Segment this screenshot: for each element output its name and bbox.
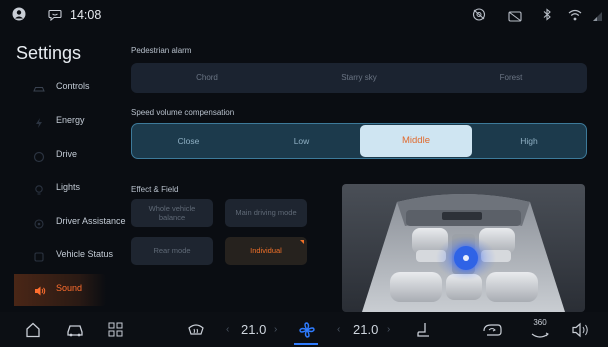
speed-option-high[interactable]: High xyxy=(472,124,586,158)
temp-left-value: 21.0 xyxy=(241,322,267,337)
sidebar-item-label: Vehicle Status xyxy=(56,249,114,259)
sidebar-item-energy[interactable]: Energy xyxy=(0,106,126,138)
bottom-bar: ‹ 21.0 › ‹ 21.0 › 360 xyxy=(0,312,608,347)
fan-icon[interactable] xyxy=(298,321,316,344)
light-icon xyxy=(33,183,45,195)
camera-off-icon xyxy=(472,8,486,21)
pedestrian-option-starry-sky[interactable]: Starry sky xyxy=(283,63,435,93)
temp-right-value: 21.0 xyxy=(353,322,379,337)
effect-field-label: Effect & Field xyxy=(131,185,179,194)
corner-marker-icon xyxy=(300,240,304,244)
message-icon[interactable] xyxy=(48,8,62,22)
vehicle-icon[interactable] xyxy=(66,323,84,342)
profile-icon[interactable] xyxy=(12,7,26,21)
assist-icon xyxy=(33,217,45,229)
camera-360-label: 360 xyxy=(533,318,547,327)
sidebar-item-label: Drive xyxy=(56,149,78,159)
effect-button-label: Individual xyxy=(250,246,282,255)
sidebar-item-driver-assistance[interactable]: Driver Assistance xyxy=(0,207,126,239)
sidebar-item-label: Driver Assistance xyxy=(56,216,126,226)
sound-position-marker[interactable] xyxy=(454,246,478,270)
sidebar-item-lights[interactable]: Lights xyxy=(0,173,126,205)
effect-whole-vehicle-balance-button[interactable]: Whole vehicle balance xyxy=(131,199,213,227)
effect-button-label: Rear mode xyxy=(153,246,191,255)
sidebar-item-label: Energy xyxy=(56,115,85,125)
temp-right-increase-button[interactable]: › xyxy=(387,324,390,335)
speed-option-low[interactable]: Low xyxy=(245,124,358,158)
sidebar-item-drive[interactable]: Drive xyxy=(0,140,126,172)
speed-volume-label: Speed volume compensation xyxy=(131,108,235,117)
car-icon xyxy=(33,82,45,94)
temp-left-increase-button[interactable]: › xyxy=(274,324,277,335)
effect-main-driving-mode-button[interactable]: Main driving mode xyxy=(225,199,307,227)
sidebar-item-label: Lights xyxy=(56,182,81,192)
sidebar-item-vehicle-status[interactable]: Vehicle Status xyxy=(0,240,126,272)
volume-icon[interactable] xyxy=(572,322,590,343)
speaker-icon xyxy=(34,284,46,296)
effect-button-label: Main driving mode xyxy=(235,208,297,217)
effect-button-label: Whole vehicle balance xyxy=(148,204,196,222)
signal-icon xyxy=(592,9,603,21)
pedestrian-option-forest[interactable]: Forest xyxy=(435,63,587,93)
home-icon[interactable] xyxy=(25,322,41,343)
settings-title: Settings xyxy=(16,43,82,63)
bluetooth-icon xyxy=(542,8,552,21)
sidebar-item-sound[interactable]: Sound xyxy=(14,274,106,306)
fan-active-indicator xyxy=(294,343,318,345)
sound-field-visual[interactable] xyxy=(342,184,585,312)
pedestrian-alarm-label: Pedestrian alarm xyxy=(131,46,192,55)
screen-off-icon xyxy=(508,9,522,22)
temp-left-decrease-button[interactable]: ‹ xyxy=(226,324,229,335)
speed-option-middle[interactable]: Middle xyxy=(360,125,472,157)
steering-icon xyxy=(33,150,45,163)
sidebar-item-label: Sound xyxy=(56,283,83,293)
energy-icon xyxy=(33,116,45,128)
status-bar: 14:08 xyxy=(0,0,608,30)
pedestrian-alarm-selector: Chord Starry sky Forest xyxy=(131,63,587,93)
speed-volume-selector: Close Low Middle High xyxy=(131,123,587,159)
seat-heat-icon[interactable] xyxy=(416,321,432,344)
speed-option-close[interactable]: Close xyxy=(132,124,245,158)
effect-individual-button[interactable]: Individual xyxy=(225,237,307,265)
recirculation-icon[interactable] xyxy=(482,323,502,342)
wifi-icon xyxy=(568,8,582,21)
effect-rear-mode-button[interactable]: Rear mode xyxy=(131,237,213,265)
pedestrian-option-chord[interactable]: Chord xyxy=(131,63,283,93)
defrost-icon[interactable] xyxy=(187,323,205,341)
sidebar-item-controls[interactable]: Controls xyxy=(0,72,126,104)
temp-right-decrease-button[interactable]: ‹ xyxy=(337,324,340,335)
apps-grid-icon[interactable] xyxy=(108,322,123,342)
clock: 14:08 xyxy=(70,8,102,22)
sidebar-item-label: Controls xyxy=(56,81,90,91)
status-icon xyxy=(33,250,45,262)
camera-360-button[interactable]: 360 xyxy=(527,318,553,342)
